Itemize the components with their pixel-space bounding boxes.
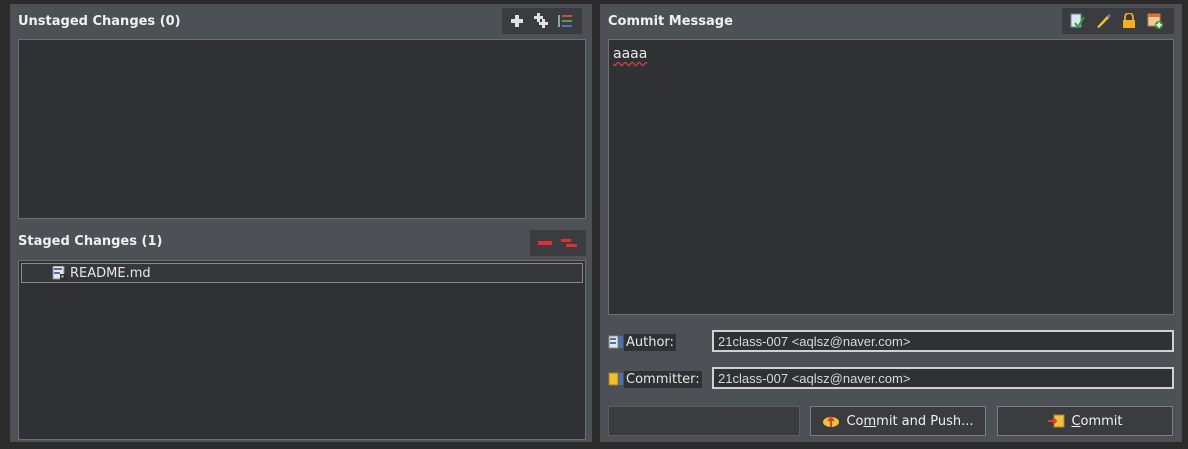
author-field[interactable]: 21class-007 <aqlsz@naver.com> xyxy=(712,330,1174,352)
presentation-toggle-button[interactable] xyxy=(556,12,574,30)
remove-from-index-button[interactable] xyxy=(536,234,554,252)
commit-pane: Commit Message aaaa Author: 21class-007 … xyxy=(600,4,1182,442)
committer-label: Committer: xyxy=(624,370,702,388)
document-check-icon xyxy=(1070,13,1085,29)
commit-message-title: Commit Message xyxy=(608,13,733,29)
amend-button[interactable] xyxy=(1094,12,1112,30)
status-area xyxy=(608,406,800,436)
remove-all-from-index-button[interactable] xyxy=(560,234,578,252)
commit-and-push-label: Commit and Push... xyxy=(846,413,974,429)
staged-toolbar xyxy=(530,230,586,256)
sign-off-button[interactable] xyxy=(1120,12,1138,30)
add-all-to-index-button[interactable] xyxy=(532,12,550,30)
author-label: Author: xyxy=(624,333,676,351)
unstaged-files-list[interactable] xyxy=(18,39,586,219)
commit-message-input[interactable]: aaaa xyxy=(608,39,1174,315)
commit-label: Commit xyxy=(1071,413,1123,429)
table-add-icon xyxy=(1147,13,1163,29)
git-staging-view: Unstaged Changes (0) Staged Changes (1) xyxy=(0,0,1188,449)
lock-icon xyxy=(1123,13,1135,28)
spell-check-button[interactable] xyxy=(1068,12,1086,30)
remove-icon xyxy=(538,241,552,245)
author-icon xyxy=(608,335,623,349)
commit-and-push-button[interactable]: Commit and Push... xyxy=(810,406,986,436)
add-all-icon xyxy=(534,13,548,28)
commit-icon xyxy=(1048,414,1065,428)
committer-label-group: Committer: xyxy=(608,368,712,390)
remove-all-icon xyxy=(561,239,577,247)
cloud-upload-icon xyxy=(823,416,840,427)
committer-icon xyxy=(608,372,623,386)
unstaged-toolbar xyxy=(502,8,582,34)
staged-changes-title: Staged Changes (1) xyxy=(18,233,163,249)
brush-icon xyxy=(1097,14,1111,28)
svg-text:*: * xyxy=(61,275,64,281)
commit-button[interactable]: Commit xyxy=(997,406,1173,436)
file-name: README.md xyxy=(70,265,151,281)
unstaged-changes-title: Unstaged Changes (0) xyxy=(18,13,181,29)
add-icon xyxy=(511,15,523,27)
staging-left-pane: Unstaged Changes (0) Staged Changes (1) xyxy=(10,4,592,442)
author-label-group: Author: xyxy=(608,331,708,353)
staged-files-list[interactable]: * README.md xyxy=(18,260,586,440)
list-view-icon xyxy=(558,15,572,27)
commit-message-toolbar xyxy=(1062,8,1174,34)
list-item[interactable]: * README.md xyxy=(21,263,583,283)
committer-field[interactable]: 21class-007 <aqlsz@naver.com> xyxy=(712,367,1174,389)
commit-message-text: aaaa xyxy=(613,46,648,62)
add-to-index-button[interactable] xyxy=(508,12,526,30)
change-id-button[interactable] xyxy=(1146,12,1164,30)
modified-file-icon: * xyxy=(52,266,66,280)
